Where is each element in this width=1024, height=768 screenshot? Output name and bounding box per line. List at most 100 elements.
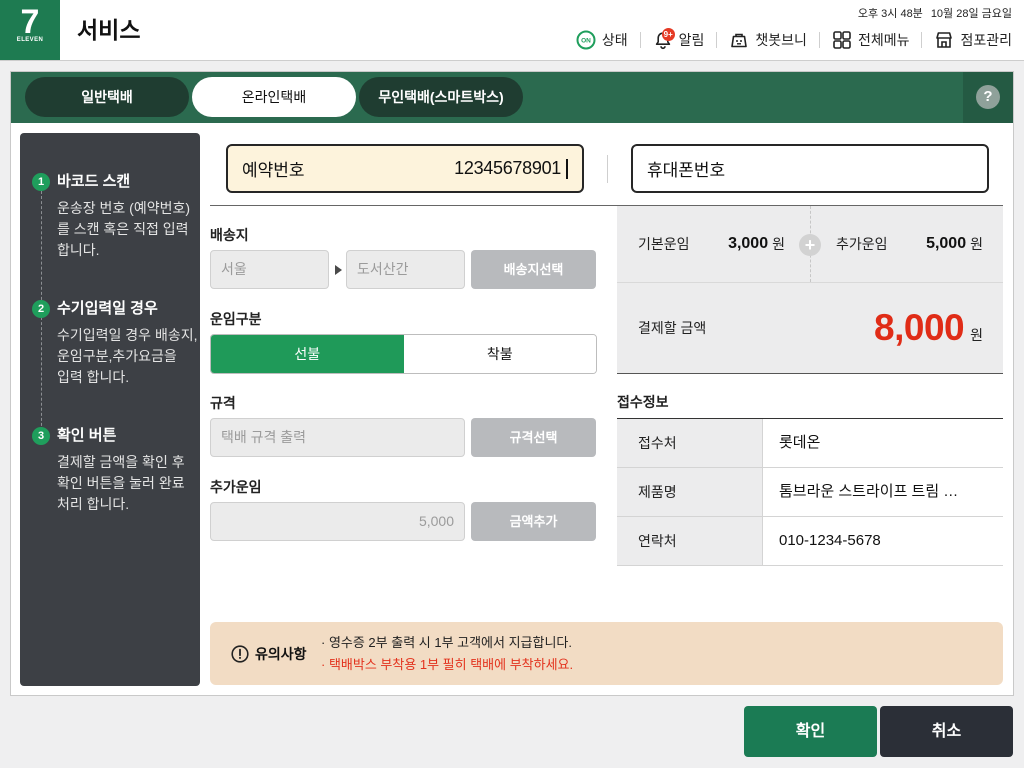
- step-number-badge: 3: [32, 427, 50, 445]
- tab-online-delivery[interactable]: 온라인택배: [192, 77, 356, 117]
- step-description-line: 를 스캔 혹은 직접 입력: [57, 221, 189, 237]
- all-menu-button[interactable]: 전체메뉴: [832, 30, 909, 50]
- total-payment-row: 결제할 금액 8,000 원: [617, 283, 1003, 373]
- fare-type-toggle: 선불 착불: [210, 334, 597, 374]
- nav-divider: [639, 32, 641, 48]
- step-description-line: 결제할 금액을 확인 후: [57, 454, 185, 470]
- brand-logo[interactable]: 7 ELEVEN: [0, 0, 60, 60]
- page-title: 서비스: [77, 17, 141, 43]
- fare-summary: 기본운임 3,000 원 추가운임 5,000 원 + 결제할 금액 8,000…: [617, 206, 1003, 374]
- nav-divider: [818, 32, 820, 48]
- step-title: 확인 버튼: [57, 427, 117, 444]
- extra-fare-label: 추가운임: [210, 479, 262, 495]
- tab-general-delivery[interactable]: 일반택배: [25, 77, 189, 117]
- step-description: 운송장 번호 (예약번호) 를 스캔 혹은 직접 입력 합니다.: [57, 198, 190, 261]
- destination-region-field[interactable]: 서울: [210, 250, 329, 289]
- step-number-badge: 2: [32, 300, 50, 318]
- step-title: 바코드 스캔: [57, 173, 131, 190]
- tab-label: 무인택배(스마트박스): [378, 89, 504, 105]
- step-title: 수기입력일 경우: [57, 300, 158, 317]
- total-payment-amount: 8,000: [874, 307, 965, 348]
- step-description-line: 처리 합니다.: [57, 496, 130, 512]
- caret-right-icon: [335, 265, 342, 275]
- tab-smartbox-delivery[interactable]: 무인택배(스마트박스): [359, 77, 523, 117]
- notice-item: · 영수증 2부 출력 시 1부 고객에서 지급합니다.: [321, 635, 573, 650]
- notice-item-warning: · 택배박스 부착용 1부 필히 택배에 부착하세요.: [321, 657, 574, 672]
- step-description-line: 운송장 번호 (예약번호): [57, 200, 191, 216]
- receipt-info-table: 접수처 롯데온 제품명 톰브라운 스트라이프 트림 … 연락처 010-1234…: [617, 418, 1003, 566]
- datetime: 오후 3시 48분 10월 28일 금요일: [858, 6, 1012, 22]
- total-payment: 8,000 원: [874, 306, 983, 350]
- tab-label: 일반택배: [81, 89, 133, 105]
- on-status-icon: ON: [576, 30, 596, 50]
- extra-fare: 추가운임 5,000 원: [810, 206, 1003, 282]
- guide-step: 2 수기입력일 경우 수기입력일 경우 배송지, 운임구분,추가요금을 입력 합…: [20, 300, 200, 400]
- fare-breakdown-row: 기본운임 3,000 원 추가운임 5,000 원 +: [617, 206, 1003, 283]
- receipt-field-label: 제품명: [617, 468, 763, 516]
- chatbot-icon: [731, 33, 748, 48]
- step-description: 수기입력일 경우 배송지, 운임구분,추가요금을 입력 합니다.: [57, 325, 197, 388]
- notice-title: 유의사항: [255, 646, 307, 662]
- receipt-field-value: 010-1234-5678: [779, 532, 881, 549]
- alerts-label: 알림: [678, 32, 705, 48]
- table-row: 제품명 톰브라운 스트라이프 트림 …: [617, 468, 1003, 517]
- size-label: 규격: [210, 395, 236, 411]
- currency-unit: 원: [970, 327, 983, 343]
- step-description-line: 합니다.: [57, 242, 100, 258]
- guide-step: 1 바코드 스캔 운송장 번호 (예약번호) 를 스캔 혹은 직접 입력 합니다…: [20, 173, 200, 273]
- notice-list: · 영수증 2부 출력 시 1부 고객에서 지급합니다. · 택배박스 부착용 …: [321, 632, 573, 676]
- step-description: 결제할 금액을 확인 후 확인 버튼을 눌러 완료 처리 합니다.: [57, 452, 185, 515]
- status-label: 상태: [601, 32, 628, 48]
- cancel-button[interactable]: 취소: [880, 706, 1013, 757]
- select-destination-button[interactable]: 배송지선택: [471, 250, 596, 289]
- text-cursor: [566, 158, 568, 179]
- step-description-line: 확인 버튼을 눌러 완료: [57, 475, 185, 491]
- alerts-button[interactable]: 9+ 알림: [653, 28, 705, 50]
- currency-unit: 원: [970, 236, 983, 252]
- receipt-info-title: 접수정보: [617, 394, 669, 410]
- step-description-line: 운임구분,추가요금을: [57, 348, 177, 364]
- fare-prepaid-option[interactable]: 선불: [211, 335, 404, 373]
- store-icon: [936, 32, 953, 48]
- receipt-field-label: 연락처: [617, 517, 763, 565]
- extra-fare-summary-label: 추가운임: [836, 236, 888, 252]
- destination-label: 배송지: [210, 227, 249, 243]
- select-size-button[interactable]: 규격선택: [471, 418, 596, 457]
- base-fare-label: 기본운임: [638, 236, 690, 252]
- extra-fare-amount: 5,000: [926, 235, 967, 252]
- chatbot-button[interactable]: 챗봇브니: [729, 30, 807, 50]
- alerts-count-badge: 9+: [661, 28, 675, 41]
- extra-fare-field[interactable]: 5,000: [210, 502, 465, 541]
- size-field[interactable]: 택배 규격 출력: [210, 418, 465, 457]
- step-number-badge: 1: [32, 173, 50, 191]
- phone-number-field[interactable]: 휴대폰번호: [631, 144, 989, 193]
- status-button[interactable]: ON 상태: [576, 30, 628, 50]
- reservation-number-label: 예약번호: [242, 161, 305, 180]
- store-management-label: 점포관리: [960, 32, 1012, 48]
- help-button[interactable]: ?: [963, 72, 1013, 123]
- chatbot-label: 챗봇브니: [755, 32, 807, 48]
- store-management-button[interactable]: 점포관리: [934, 30, 1012, 50]
- current-date: 10월 28일 금요일: [930, 8, 1012, 20]
- add-amount-button[interactable]: 금액추가: [471, 502, 596, 541]
- fare-type-label: 운임구분: [210, 311, 262, 327]
- nav-divider: [716, 32, 718, 48]
- currency-unit: 원: [772, 236, 785, 252]
- plus-icon: +: [799, 234, 821, 256]
- lookup-divider: [607, 155, 608, 183]
- guide-sidebar: 1 바코드 스캔 운송장 번호 (예약번호) 를 스캔 혹은 직접 입력 합니다…: [20, 133, 200, 686]
- current-time: 오후 3시 48분: [857, 8, 923, 20]
- service-tab-bar: 일반택배 온라인택배 무인택배(스마트박스) ?: [11, 72, 1013, 123]
- guide-step: 3 확인 버튼 결제할 금액을 확인 후 확인 버튼을 눌러 완료 처리 합니다…: [20, 427, 200, 527]
- base-fare-amount: 3,000: [728, 235, 769, 252]
- nav-divider: [921, 32, 923, 48]
- reservation-number-field[interactable]: 예약번호 12345678901: [226, 144, 584, 193]
- fare-cod-option[interactable]: 착불: [403, 335, 596, 373]
- phone-number-label: 휴대폰번호: [647, 161, 726, 180]
- tab-label: 온라인택배: [241, 89, 307, 105]
- logo-wordmark: ELEVEN: [16, 37, 44, 43]
- remote-area-field[interactable]: 도서산간: [346, 250, 465, 289]
- base-fare: 기본운임 3,000 원: [617, 206, 810, 282]
- alert-circle-icon: [231, 645, 249, 663]
- confirm-button[interactable]: 확인: [744, 706, 877, 757]
